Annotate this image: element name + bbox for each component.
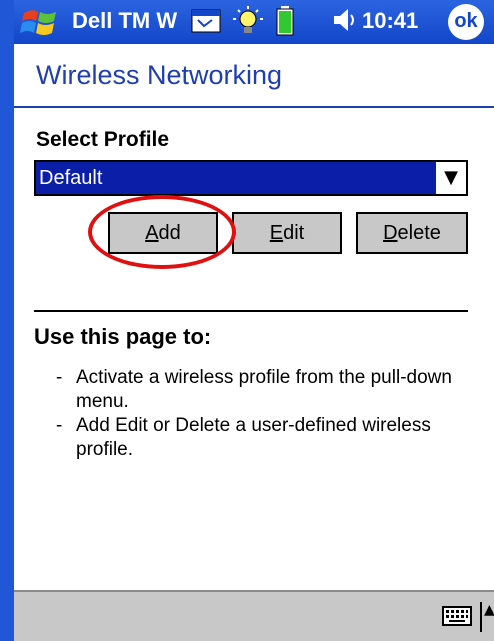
speaker-icon[interactable] xyxy=(332,6,358,34)
title-bar: Dell TM W 10:41 ok xyxy=(14,0,494,44)
pocketpc-screen: Dell TM W 10:41 ok Wireless Networking S… xyxy=(0,0,494,641)
left-edge-bar xyxy=(0,0,14,641)
keyboard-icon[interactable] xyxy=(442,606,472,626)
lightbulb-icon[interactable] xyxy=(232,6,264,38)
bullet-dash: - xyxy=(56,367,63,388)
add-button[interactable]: Add xyxy=(108,212,218,254)
app-title: Dell TM W xyxy=(72,8,178,33)
clock[interactable]: 10:41 xyxy=(362,8,418,34)
ok-button[interactable]: ok xyxy=(448,4,484,40)
edit-button[interactable]: Edit xyxy=(232,212,342,254)
profile-dropdown-value[interactable]: Default xyxy=(36,162,438,194)
menu-bar: ▲ xyxy=(14,590,494,641)
select-profile-label: Select Profile xyxy=(36,128,170,151)
page-title: Wireless Networking xyxy=(36,60,283,90)
battery-icon[interactable] xyxy=(276,6,294,36)
help-item-text: Add Edit or Delete a user-defined wirele… xyxy=(76,415,431,460)
edit-button-label: Edit xyxy=(269,222,305,244)
header-divider xyxy=(14,106,494,108)
delete-button[interactable]: Delete xyxy=(356,212,468,254)
windows-flag-icon[interactable] xyxy=(20,5,60,39)
chevron-down-icon[interactable]: ▼ xyxy=(436,162,466,194)
help-list: - Activate a wireless profile from the pu… xyxy=(56,366,456,462)
section-divider xyxy=(34,310,468,312)
taskbar-window-icon[interactable] xyxy=(190,6,222,36)
delete-button-label: Delete xyxy=(383,222,441,244)
help-item-text: Activate a wireless profile from the pul… xyxy=(76,367,452,412)
profile-dropdown[interactable]: Default ▼ xyxy=(34,160,468,196)
sip-arrow-icon[interactable]: ▲ xyxy=(484,602,494,618)
bullet-dash: - xyxy=(56,415,63,436)
help-heading: Use this page to: xyxy=(34,324,212,349)
add-button-label: Add xyxy=(145,222,181,244)
help-item: - Activate a wireless profile from the pu… xyxy=(56,366,456,414)
help-item: - Add Edit or Delete a user-defined wirel… xyxy=(56,414,456,462)
sip-separator xyxy=(480,602,482,632)
